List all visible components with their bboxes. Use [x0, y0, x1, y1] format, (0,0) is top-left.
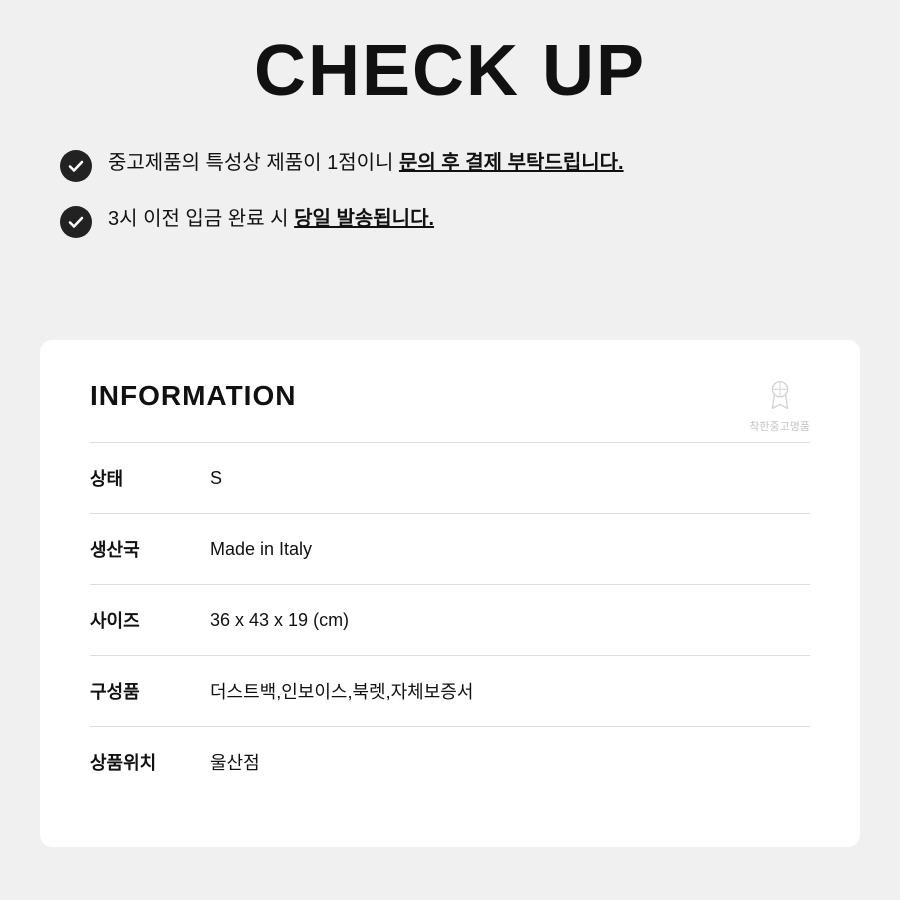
- page-title: CHECK UP: [60, 30, 840, 112]
- info-label-4: 상품위치: [90, 727, 210, 798]
- info-label-3: 구성품: [90, 656, 210, 727]
- watermark-label: 착한중고명품: [749, 418, 810, 434]
- info-value-3: 더스트백,인보이스,북렛,자체보증서: [210, 656, 810, 727]
- check-text-1-bold: 문의 후 결제 부탁드립니다.: [399, 152, 624, 174]
- check-text-2-before: 3시 이전 입금 완료 시: [108, 208, 294, 230]
- table-row: 상품위치울산점: [90, 727, 810, 798]
- info-value-1: Made in Italy: [210, 514, 810, 585]
- table-row: 생산국Made in Italy: [90, 514, 810, 585]
- info-value-4: 울산점: [210, 727, 810, 798]
- check-text-2: 3시 이전 입금 완료 시 당일 발송됩니다.: [108, 204, 434, 234]
- checkmark-icon-1: [60, 150, 92, 182]
- checkmark-icon-2: [60, 206, 92, 238]
- info-label-2: 사이즈: [90, 585, 210, 656]
- information-card: INFORMATION 착한중고명품 상태S생산국Made in Italy사이…: [40, 340, 860, 847]
- info-value-0: S: [210, 443, 810, 514]
- information-table: 상태S생산국Made in Italy사이즈36 x 43 x 19 (cm)구…: [90, 442, 810, 797]
- check-item-1: 중고제품의 특성상 제품이 1점이니 문의 후 결제 부탁드립니다.: [60, 148, 840, 182]
- watermark: 착한중고명품: [749, 376, 810, 434]
- top-section: CHECK UP 중고제품의 특성상 제품이 1점이니 문의 후 결제 부탁드립…: [0, 0, 900, 300]
- check-text-2-bold: 당일 발송됩니다.: [294, 208, 434, 230]
- info-label-0: 상태: [90, 443, 210, 514]
- table-row: 상태S: [90, 443, 810, 514]
- information-title: INFORMATION: [90, 380, 810, 412]
- check-text-1: 중고제품의 특성상 제품이 1점이니 문의 후 결제 부탁드립니다.: [108, 148, 624, 178]
- spacer: [0, 300, 900, 340]
- table-row: 구성품더스트백,인보이스,북렛,자체보증서: [90, 656, 810, 727]
- table-row: 사이즈36 x 43 x 19 (cm): [90, 585, 810, 656]
- info-label-1: 생산국: [90, 514, 210, 585]
- check-item-2: 3시 이전 입금 완료 시 당일 발송됩니다.: [60, 204, 840, 238]
- check-text-1-before: 중고제품의 특성상 제품이 1점이니: [108, 152, 399, 174]
- info-value-2: 36 x 43 x 19 (cm): [210, 585, 810, 656]
